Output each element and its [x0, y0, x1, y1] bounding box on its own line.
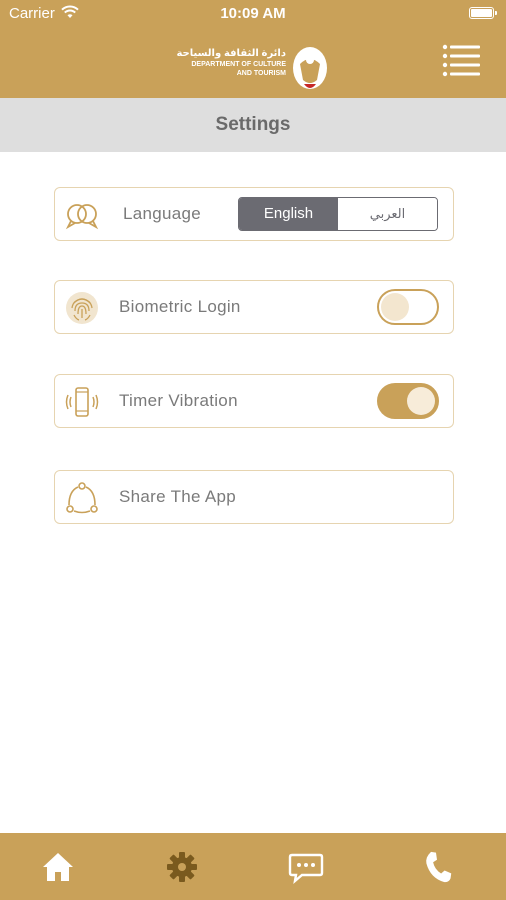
nav-call[interactable]	[398, 833, 478, 900]
logo-text: دائرة الثقافة والسياحة DEPARTMENT OF CUL…	[176, 48, 286, 78]
language-option-arabic[interactable]: العربي	[338, 198, 437, 230]
share-app-label: Share The App	[119, 487, 237, 506]
battery-icon	[469, 7, 497, 19]
status-time: 10:09 AM	[220, 5, 286, 22]
app-header: Carrier 10:09 AM دائرة الثقافة والسياحة …	[0, 0, 506, 98]
timer-vibration-label: Timer Vibration	[119, 391, 238, 410]
falcon-emblem-icon	[293, 47, 327, 89]
language-row: Language English العربي	[54, 187, 454, 241]
hamburger-menu-icon[interactable]	[442, 44, 482, 78]
page-title: Settings	[215, 114, 291, 135]
share-app-row[interactable]: Share The App	[54, 470, 454, 524]
nav-home[interactable]	[18, 833, 98, 900]
language-option-english[interactable]: English	[239, 198, 338, 230]
logo-arabic-text: دائرة الثقافة والسياحة	[176, 48, 286, 59]
logo-line-2: AND TOURISM	[236, 70, 286, 77]
status-bar: Carrier 10:09 AM	[0, 0, 506, 28]
page-title-bar: Settings	[0, 98, 506, 152]
gear-icon	[167, 852, 197, 882]
toggle-knob	[381, 293, 409, 321]
language-label: Language	[123, 204, 202, 223]
nav-settings[interactable]	[142, 833, 222, 900]
timer-vibration-row: Timer Vibration	[54, 374, 454, 428]
biometric-login-toggle[interactable]	[377, 289, 439, 325]
language-segmented-control: English العربي	[238, 197, 438, 231]
chat-icon	[288, 853, 324, 885]
speech-bubbles-icon	[65, 204, 99, 230]
toggle-knob	[407, 387, 435, 415]
timer-vibration-toggle[interactable]	[377, 383, 439, 419]
home-icon	[43, 853, 73, 881]
biometric-login-row: Biometric Login	[54, 280, 454, 334]
dct-logo: دائرة الثقافة والسياحة DEPARTMENT OF CUL…	[176, 46, 332, 94]
phone-vibrate-icon	[65, 387, 99, 417]
share-icon	[66, 482, 98, 514]
bottom-navigation	[0, 833, 506, 900]
phone-icon	[426, 851, 452, 883]
fingerprint-icon	[66, 292, 98, 324]
nav-chat[interactable]	[266, 833, 346, 900]
logo-line-1: DEPARTMENT OF CULTURE	[191, 61, 286, 68]
biometric-login-label: Biometric Login	[119, 297, 241, 316]
